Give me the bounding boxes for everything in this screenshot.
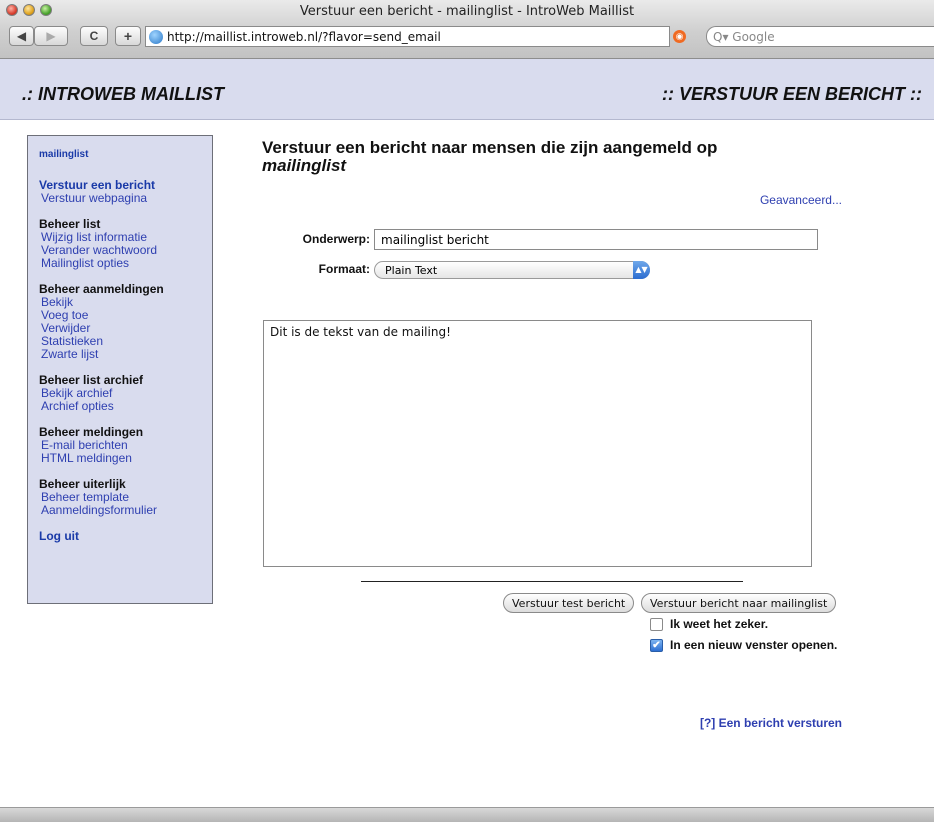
sidebar-group-subscriptions: Beheer aanmeldingen Bekijk Voeg toe Verw… [39,282,212,361]
format-select-value: Plain Text [385,264,438,277]
search-placeholder: Q▾ Google [713,29,775,44]
window-titlebar: Verstuur een bericht - mailinglist - Int… [0,0,934,59]
sidebar-item-blacklist[interactable]: Zwarte lijst [39,348,212,361]
back-arrow-icon: ◀ [16,29,27,43]
send-to-list-button[interactable]: Verstuur bericht naar mailinglist [641,593,837,613]
page-title-text: Verstuur een bericht naar mensen die zij… [262,138,718,157]
divider [361,581,743,582]
page-title-list: mailinglist [262,156,347,175]
search-field[interactable]: Q▾ Google [706,26,934,47]
sidebar-heading: Beheer aanmeldingen [39,282,164,296]
forward-button[interactable]: ▶ [34,26,68,46]
sidebar-group-notifications: Beheer meldingen E-mail berichten HTML m… [39,425,212,465]
help-link[interactable]: [?] Een bericht versturen [700,716,842,730]
reload-icon: C [89,29,99,43]
section-title: :: VERSTUUR EEN BERICHT :: [662,84,922,104]
sidebar-group-archive: Beheer list archief Bekijk archief Archi… [39,373,212,413]
sidebar-group-appearance: Beheer uiterlijk Beheer template Aanmeld… [39,477,212,517]
subject-input[interactable]: mailinglist bericht [374,229,818,250]
status-bar [0,807,934,822]
sidebar-item-signup-form[interactable]: Aanmeldingsformulier [39,504,212,517]
reload-button[interactable]: C [80,26,108,46]
sidebar-group-list: Beheer list Wijzig list informatie Veran… [39,217,212,270]
plus-icon: + [123,28,133,44]
subject-label: Onderwerp: [302,232,370,246]
confirm-row: Ik weet het zeker. [650,617,768,631]
sidebar-item-send-message[interactable]: Verstuur een bericht [39,178,212,192]
sidebar-item-list-options[interactable]: Mailinglist opties [39,257,212,270]
sidebar-item-html-notifications[interactable]: HTML meldingen [39,452,212,465]
window-title: Verstuur een bericht - mailinglist - Int… [299,4,635,19]
confirm-checkbox[interactable] [650,617,663,631]
new-window-row: ✔ In een nieuw venster openen. [650,638,837,652]
sidebar-heading: Beheer list [39,217,101,231]
logout-link[interactable]: Log uit [39,529,212,543]
format-select[interactable]: Plain Text ▲▼ [374,261,650,279]
confirm-label: Ik weet het zeker. [670,617,769,631]
globe-icon [149,29,163,44]
message-textarea[interactable]: Dit is de tekst van de mailing! [263,320,812,567]
sidebar-heading: Beheer meldingen [39,425,144,439]
chevron-updown-icon: ▲▼ [633,261,650,279]
new-window-label: In een nieuw venster openen. [670,638,838,652]
add-bookmark-button[interactable]: + [115,26,141,46]
advanced-link[interactable]: Geavanceerd... [760,193,842,207]
page-header: .: INTROWEB MAILLIST :: VERSTUUR EEN BER… [0,59,934,120]
address-text: http://maillist.introweb.nl/?flavor=send… [167,29,441,44]
address-bar[interactable]: http://maillist.introweb.nl/?flavor=send… [145,26,670,47]
sidebar-item-send-webpage[interactable]: Verstuur webpagina [39,192,212,205]
sidebar-list-name[interactable]: mailinglist [39,149,212,160]
back-button[interactable]: ◀ [9,26,34,46]
page-title: Verstuur een bericht naar mensen die zij… [262,139,717,175]
format-label: Formaat: [318,262,370,276]
send-test-button[interactable]: Verstuur test bericht [503,593,635,613]
sidebar-nav: mailinglist Verstuur een bericht Verstuu… [27,135,213,604]
sidebar-heading: Beheer list archief [39,373,144,387]
new-window-checkbox[interactable]: ✔ [650,638,663,652]
sidebar-group-send: Verstuur een bericht Verstuur webpagina [39,178,212,205]
rss-icon[interactable]: ◉ [673,30,686,43]
forward-arrow-icon: ▶ [46,29,56,43]
sidebar-item-archive-options[interactable]: Archief opties [39,400,212,413]
sidebar-heading: Beheer uiterlijk [39,477,126,491]
site-brand: .: INTROWEB MAILLIST [22,84,224,104]
